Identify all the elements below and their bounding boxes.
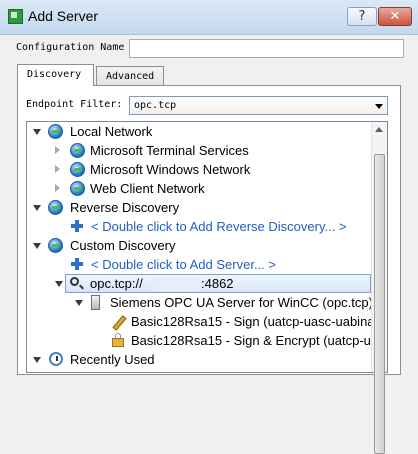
tree-scrollbar[interactable] xyxy=(371,122,387,454)
network-globe-icon xyxy=(70,162,85,177)
tree-label: Microsoft Terminal Services xyxy=(90,143,249,158)
lock-icon xyxy=(112,333,124,347)
scrollbar-thumb[interactable] xyxy=(374,154,385,454)
dropdown-arrow-icon[interactable] xyxy=(375,104,383,109)
network-globe-icon xyxy=(70,181,85,196)
tree-item-add-reverse-discovery[interactable]: < Double click to Add Reverse Discovery.… xyxy=(27,217,367,236)
expand-open-icon[interactable] xyxy=(33,357,41,363)
redacted-host xyxy=(154,277,200,291)
tree-item-reverse-discovery[interactable]: Reverse Discovery xyxy=(27,198,367,217)
expand-open-icon[interactable] xyxy=(55,281,63,287)
expand-closed-icon[interactable] xyxy=(55,146,60,154)
expand-open-icon[interactable] xyxy=(33,129,41,135)
close-button[interactable]: ✕ xyxy=(378,7,412,26)
expand-closed-icon[interactable] xyxy=(55,184,60,192)
tree-item-add-server[interactable]: < Double click to Add Server... > xyxy=(27,255,367,274)
add-plus-icon xyxy=(71,258,83,270)
endpoint-filter-select[interactable]: opc.tcp xyxy=(129,96,388,115)
app-icon xyxy=(8,9,23,24)
endpoint-prefix: opc.tcp:// xyxy=(90,276,143,291)
tree-item-sign-encrypt-endpoint[interactable]: Basic128Rsa15 - Sign & Encrypt (uatcp-u xyxy=(27,331,371,350)
tree-item-sign-endpoint[interactable]: Basic128Rsa15 - Sign (uatcp-uasc-uabina xyxy=(27,312,375,331)
network-globe-icon xyxy=(48,238,63,253)
tree-item-local-network[interactable]: Local Network xyxy=(27,122,367,141)
tab-discovery[interactable]: Discovery xyxy=(17,64,94,86)
endpoint-filter-label: Endpoint Filter: xyxy=(26,99,123,110)
endpoint-filter-value: opc.tcp xyxy=(134,100,177,111)
window-title: Add Server xyxy=(28,8,99,24)
expand-open-icon[interactable] xyxy=(33,243,41,249)
tree-item-windows-network[interactable]: Microsoft Windows Network xyxy=(27,160,367,179)
tab-advanced[interactable]: Advanced xyxy=(96,66,164,86)
tree-item-recently-used[interactable]: Recently Used xyxy=(27,350,367,369)
tree-label: Recently Used xyxy=(70,352,155,367)
config-name-label: Configuration Name xyxy=(16,42,125,53)
tree-item-web-client-network[interactable]: Web Client Network xyxy=(27,179,367,198)
tree-item-endpoint-url[interactable]: opc.tcp:// :4862 xyxy=(27,274,371,293)
tree-label: Siemens OPC UA Server for WinCC (opc.tcp… xyxy=(110,295,373,310)
scroll-up-arrow-icon[interactable] xyxy=(375,127,383,132)
clock-icon xyxy=(49,352,63,366)
expand-open-icon[interactable] xyxy=(75,300,83,306)
config-name-input[interactable] xyxy=(129,39,404,58)
tree-label: Basic128Rsa15 - Sign & Encrypt (uatcp-u xyxy=(131,333,371,348)
title-bar: Add Server ? ✕ xyxy=(0,0,418,35)
server-icon xyxy=(91,295,100,310)
tree-label: Local Network xyxy=(70,124,153,139)
server-tree[interactable]: Local Network Microsoft Terminal Service… xyxy=(26,121,388,373)
tree-item-custom-discovery[interactable]: Custom Discovery xyxy=(27,236,367,255)
add-plus-icon xyxy=(71,220,83,232)
tree-label: Basic128Rsa15 - Sign (uatcp-uasc-uabina xyxy=(131,314,375,329)
tree-item-server[interactable]: Siemens OPC UA Server for WinCC (opc.tcp… xyxy=(27,293,373,312)
network-globe-icon xyxy=(70,143,85,158)
tree-label: < Double click to Add Server... > xyxy=(91,257,276,272)
search-icon xyxy=(70,277,79,286)
tree-label: Custom Discovery xyxy=(70,238,176,253)
tree-label: < Double click to Add Reverse Discovery.… xyxy=(91,219,347,234)
network-globe-icon xyxy=(48,124,63,139)
help-button[interactable]: ? xyxy=(347,7,377,26)
network-globe-icon xyxy=(48,200,63,215)
tree-label: Reverse Discovery xyxy=(70,200,180,215)
expand-open-icon[interactable] xyxy=(33,205,41,211)
endpoint-port: :4862 xyxy=(201,276,234,291)
tree-item-terminal-services[interactable]: Microsoft Terminal Services xyxy=(27,141,367,160)
pencil-icon xyxy=(112,315,127,331)
tree-label: Microsoft Windows Network xyxy=(90,162,251,177)
tree-label: Web Client Network xyxy=(90,181,205,196)
expand-closed-icon[interactable] xyxy=(55,165,60,173)
